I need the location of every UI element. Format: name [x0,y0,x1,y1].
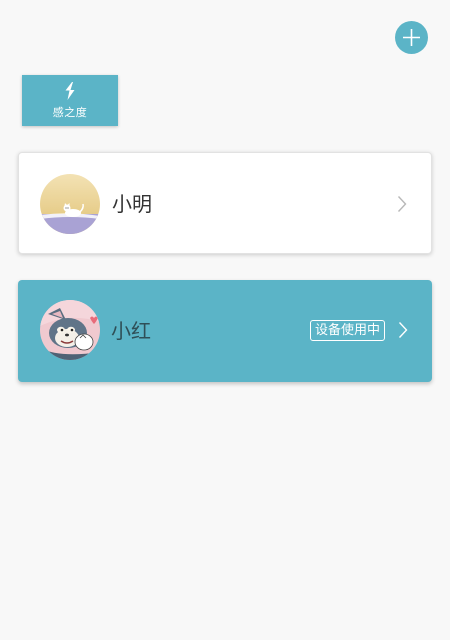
chevron-right-icon [397,196,407,212]
add-button[interactable] [395,21,428,54]
user-name: 小明 [112,192,152,216]
user-name: 小红 [111,319,151,343]
user-card-selected[interactable]: 小红 设备使用中 [18,280,432,382]
tom-cat-avatar-icon [40,300,100,360]
cat-avatar-icon [40,174,100,234]
brand-label: 感之度 [52,105,88,119]
plus-icon [403,29,420,46]
lightning-bolt-icon [65,81,75,100]
screen: { "toolbar": { "add_icon": "plus-icon" }… [0,0,450,640]
status-badge: 设备使用中 [310,320,386,341]
chevron-right-icon [398,322,408,338]
brand-button[interactable]: 感之度 [22,75,118,126]
user-card[interactable]: 小明 [18,152,432,254]
